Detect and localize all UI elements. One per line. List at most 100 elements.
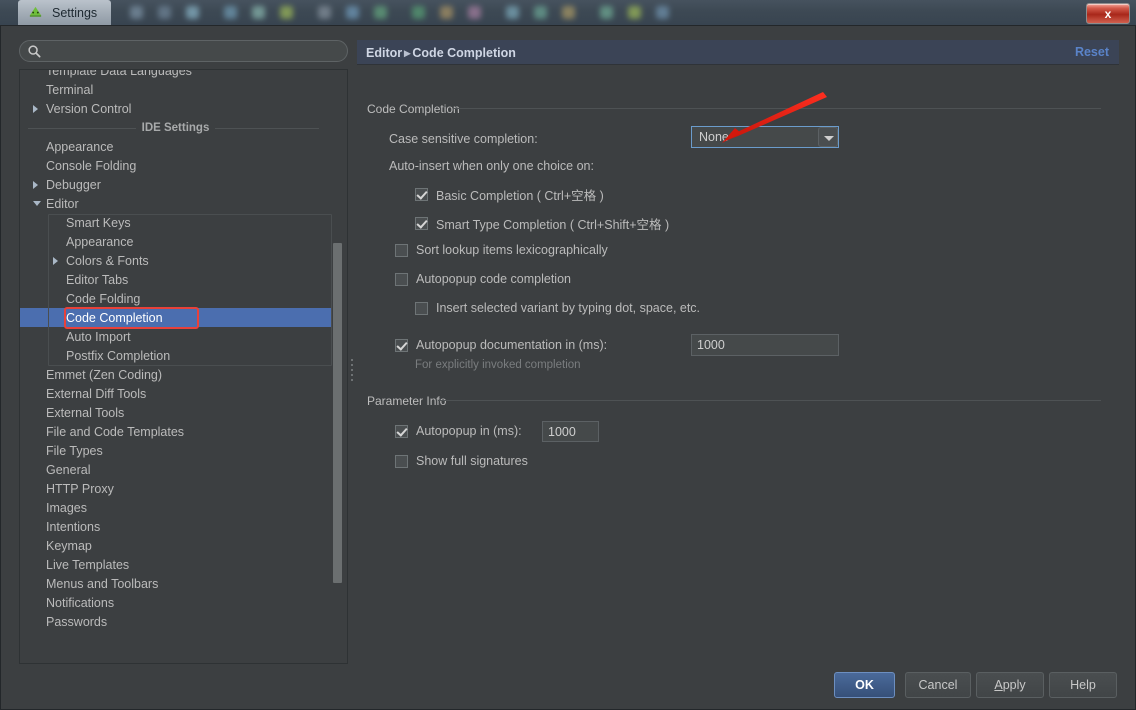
- checkbox-show-full-signatures[interactable]: Show full signatures: [395, 454, 528, 468]
- checkbox-box[interactable]: [395, 339, 408, 352]
- group-divider-code-completion: [453, 108, 1101, 109]
- splitter-grip-icon: [351, 359, 354, 384]
- search-input[interactable]: [47, 43, 343, 62]
- checkbox-box[interactable]: [395, 455, 408, 468]
- android-studio-icon: [28, 5, 43, 20]
- close-icon: x: [1105, 7, 1112, 21]
- sidebar-item-appearance[interactable]: Appearance: [20, 232, 331, 251]
- checkbox-box[interactable]: [415, 188, 428, 201]
- toolbar-icon-blur: [280, 6, 293, 19]
- sidebar-item-general[interactable]: General: [20, 460, 331, 479]
- checkbox-box[interactable]: [415, 302, 428, 315]
- code-completion-settings-content: Code Completion Case sensitive completio…: [357, 66, 1119, 663]
- checkbox-parameter-autopopup[interactable]: Autopopup in (ms):: [395, 424, 522, 438]
- sidebar-item-postfix-completion[interactable]: Postfix Completion: [20, 346, 331, 365]
- sidebar-item-label: Auto Import: [66, 330, 131, 344]
- checkbox-sort-lookup-lexicographically[interactable]: Sort lookup items lexicographically: [395, 243, 608, 257]
- sidebar-item-label: Editor: [46, 197, 79, 211]
- tree-scrollbar-thumb[interactable]: [333, 243, 342, 583]
- sidebar-item-version-control[interactable]: Version Control: [20, 99, 331, 118]
- sidebar-item-template-data-languages[interactable]: Template Data Languages: [20, 69, 331, 80]
- dialog-footer: OK Cancel Apply Help: [1, 664, 1135, 709]
- parameter-autopopup-delay-input[interactable]: [542, 421, 599, 442]
- sidebar-item-label: Appearance: [46, 140, 113, 154]
- reset-link[interactable]: Reset: [1075, 45, 1109, 59]
- window-title-text: Settings: [52, 6, 97, 20]
- checkbox-smart-type-completion[interactable]: Smart Type Completion ( Ctrl+Shift+空格 ): [415, 214, 669, 233]
- close-button[interactable]: x: [1086, 3, 1130, 24]
- checkbox-label: Smart Type Completion ( Ctrl+Shift+空格 ): [436, 214, 669, 233]
- help-button[interactable]: Help: [1049, 672, 1117, 698]
- sidebar-item-debugger[interactable]: Debugger: [20, 175, 331, 194]
- sidebar-item-label: Appearance: [66, 235, 133, 249]
- toolbar-icon-blur: [374, 6, 387, 19]
- breadcrumb-parent[interactable]: Editor: [366, 46, 402, 60]
- checkbox-basic-completion[interactable]: Basic Completion ( Ctrl+空格 ): [415, 185, 604, 204]
- title-bar-blurred-background: [0, 0, 1136, 25]
- checkbox-insert-selected-variant[interactable]: Insert selected variant by typing dot, s…: [415, 301, 700, 315]
- toolbar-icon-blur: [468, 6, 481, 19]
- sidebar-item-terminal[interactable]: Terminal: [20, 80, 331, 99]
- sidebar-item-menus-and-toolbars[interactable]: Menus and Toolbars: [20, 574, 331, 593]
- autopopup-documentation-hint: For explicitly invoked completion: [415, 359, 581, 371]
- sidebar-item-console-folding[interactable]: Console Folding: [20, 156, 331, 175]
- autopopup-documentation-delay-input[interactable]: [691, 334, 839, 356]
- case-sensitive-value: None: [699, 130, 729, 144]
- tree-separator-label: IDE Settings: [136, 122, 216, 134]
- sidebar-item-appearance[interactable]: Appearance: [20, 137, 331, 156]
- sidebar-item-images[interactable]: Images: [20, 498, 331, 517]
- sidebar-item-external-tools[interactable]: External Tools: [20, 403, 331, 422]
- toolbar-icon-blur: [318, 6, 331, 19]
- checkbox-box[interactable]: [395, 425, 408, 438]
- sidebar-item-auto-import[interactable]: Auto Import: [20, 327, 331, 346]
- chevron-down-icon[interactable]: [33, 201, 41, 206]
- sidebar-item-label: Editor Tabs: [66, 273, 128, 287]
- cancel-button[interactable]: Cancel: [905, 672, 971, 698]
- checkbox-autopopup-code-completion[interactable]: Autopopup code completion: [395, 272, 571, 286]
- sidebar-item-intentions[interactable]: Intentions: [20, 517, 331, 536]
- chevron-right-icon[interactable]: [53, 257, 58, 265]
- pane-splitter[interactable]: [348, 69, 357, 664]
- sidebar-item-emmet-zen-coding[interactable]: Emmet (Zen Coding): [20, 365, 331, 384]
- checkbox-box[interactable]: [415, 217, 428, 230]
- settings-dialog: Template Data Languages Terminal Version C…: [0, 25, 1136, 710]
- sidebar-item-live-templates[interactable]: Live Templates: [20, 555, 331, 574]
- sidebar-item-label: Intentions: [46, 520, 100, 534]
- checkbox-box[interactable]: [395, 273, 408, 286]
- sidebar-item-notifications[interactable]: Notifications: [20, 593, 331, 612]
- tree-scrollbar-track[interactable]: [334, 71, 345, 664]
- sidebar-item-file-types[interactable]: File Types: [20, 441, 331, 460]
- sidebar-item-editor[interactable]: Editor: [20, 194, 331, 213]
- sidebar-item-label: Keymap: [46, 539, 92, 553]
- sidebar-item-label: Terminal: [46, 83, 93, 97]
- sidebar-item-external-diff-tools[interactable]: External Diff Tools: [20, 384, 331, 403]
- chevron-right-icon[interactable]: [33, 181, 38, 189]
- ok-button[interactable]: OK: [834, 672, 895, 698]
- settings-tree-pane[interactable]: Template Data Languages Terminal Version C…: [19, 69, 348, 664]
- chevron-right-icon[interactable]: [33, 105, 38, 113]
- sidebar-item-editor-tabs[interactable]: Editor Tabs: [20, 270, 331, 289]
- sidebar-item-keymap[interactable]: Keymap: [20, 536, 331, 555]
- sidebar-item-colors-fonts[interactable]: Colors & Fonts: [20, 251, 331, 270]
- sidebar-item-code-completion[interactable]: Code Completion: [20, 308, 331, 327]
- sidebar-item-label: Postfix Completion: [66, 349, 170, 363]
- search-field[interactable]: [19, 40, 348, 62]
- sidebar-item-label: Emmet (Zen Coding): [46, 368, 162, 382]
- apply-button[interactable]: Apply: [976, 672, 1044, 698]
- sidebar-item-smart-keys[interactable]: Smart Keys: [20, 213, 331, 232]
- checkbox-label: Basic Completion ( Ctrl+空格 ): [436, 185, 604, 204]
- checkbox-box[interactable]: [395, 244, 408, 257]
- case-sensitive-combobox[interactable]: None: [691, 126, 839, 148]
- sidebar-item-label: Menus and Toolbars: [46, 577, 158, 591]
- sidebar-item-label: Notifications: [46, 596, 114, 610]
- sidebar-item-http-proxy[interactable]: HTTP Proxy: [20, 479, 331, 498]
- combobox-dropdown-button[interactable]: [818, 127, 838, 147]
- checkbox-autopopup-documentation[interactable]: Autopopup documentation in (ms):: [395, 338, 607, 352]
- group-title-code-completion: Code Completion: [367, 102, 460, 116]
- sidebar-item-label: Smart Keys: [66, 216, 131, 230]
- sidebar-item-passwords[interactable]: Passwords: [20, 612, 331, 631]
- sidebar-item-label: Images: [46, 501, 87, 515]
- sidebar-item-file-and-code-templates[interactable]: File and Code Templates: [20, 422, 331, 441]
- checkbox-label: Autopopup documentation in (ms):: [416, 338, 607, 352]
- sidebar-item-code-folding[interactable]: Code Folding: [20, 289, 331, 308]
